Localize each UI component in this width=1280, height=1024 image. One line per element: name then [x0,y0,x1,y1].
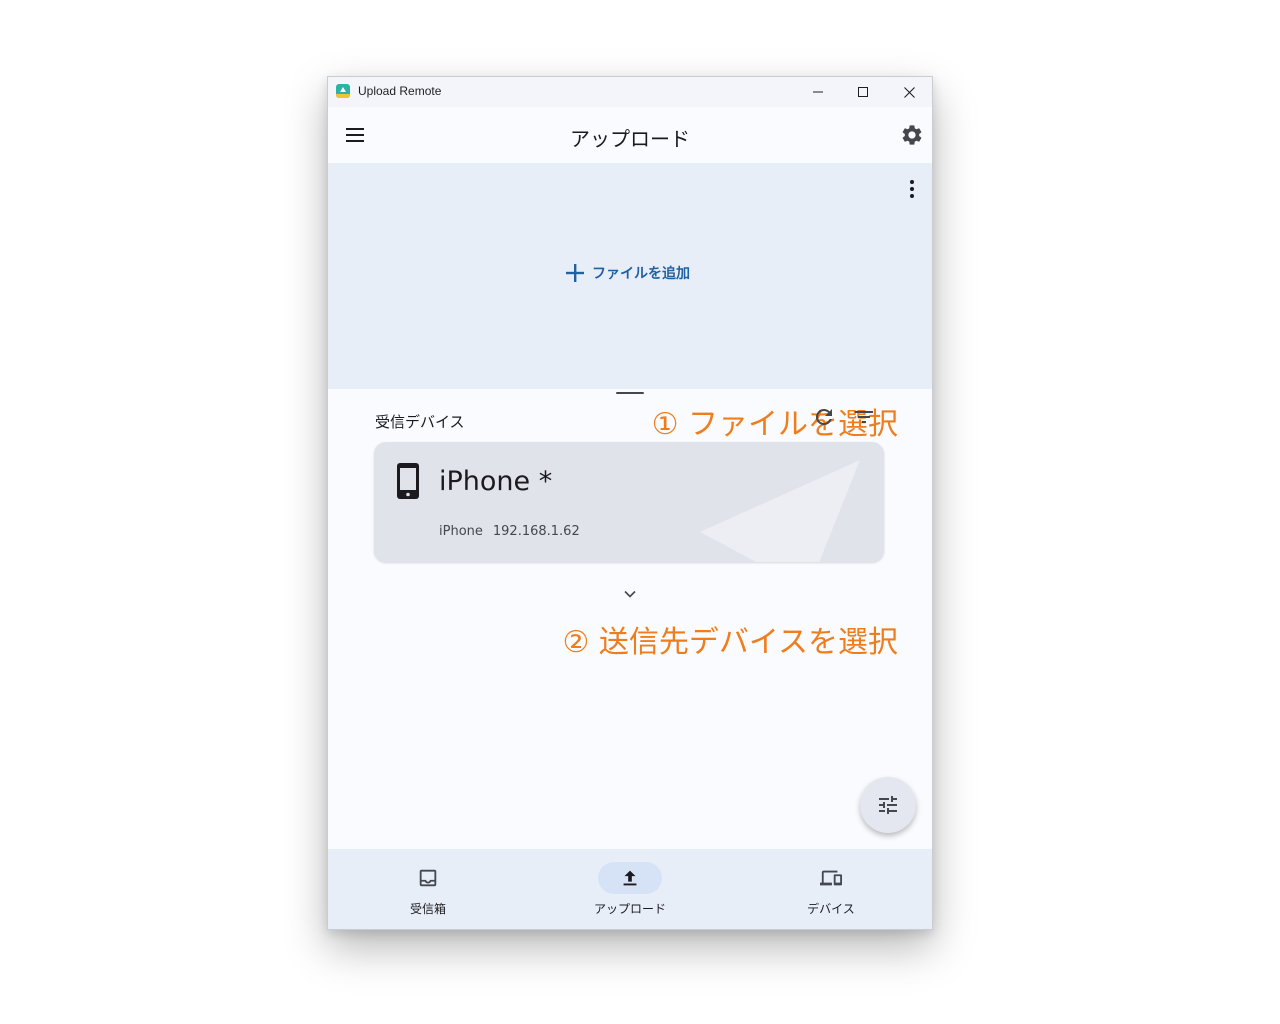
close-button[interactable] [886,77,932,107]
device-ip: 192.168.1.62 [492,524,580,539]
section-title: 受信デバイス [375,413,465,431]
page-title: アップロード [570,127,690,151]
chevron-down-icon[interactable] [620,584,640,604]
upload-icon [623,870,637,886]
nav-item-inbox[interactable]: 受信箱 [368,849,488,929]
send-watermark-icon [700,460,860,562]
smartphone-icon [397,463,419,499]
more-vert-icon[interactable] [900,177,924,201]
file-drop-area[interactable]: ファイルを追加 ① ファイルを選択 [328,163,932,442]
minimize-icon [813,91,823,93]
devices-icon [820,870,842,886]
inbox-icon [419,869,437,887]
options-fab[interactable] [860,777,916,833]
nav-label-inbox: 受信箱 [409,902,446,916]
nav-item-upload[interactable]: アップロード [570,849,690,929]
app-window: Upload Remote アップロード ファイルを追加 ① ファイルを選択 受… [327,76,933,930]
nav-label-upload: アップロード [593,902,666,916]
maximize-button[interactable] [840,77,886,107]
minimize-button[interactable] [795,77,841,107]
app-bar: アップロード [328,107,932,163]
refresh-icon[interactable] [812,405,836,429]
nav-item-devices[interactable]: デバイス [771,849,891,929]
gear-icon[interactable] [900,123,924,147]
bottom-navigation: 受信箱 アップロード デバイス [328,849,932,929]
device-name: iPhone * [439,466,553,497]
tune-icon [879,796,897,814]
window-title: Upload Remote [358,84,442,98]
add-file-label: ファイルを追加 [592,266,690,282]
app-logo-icon [336,84,350,98]
close-icon [903,86,915,98]
filter-icon[interactable] [852,405,876,429]
add-file-button[interactable]: ファイルを追加 [564,261,690,285]
title-bar[interactable]: Upload Remote [328,77,932,107]
maximize-icon [858,87,868,97]
plus-icon [566,264,584,282]
device-info: iPhone 192.168.1.62 [439,524,580,539]
device-card[interactable]: iPhone * iPhone 192.168.1.62 [374,442,884,562]
annotation-step-2: ② 送信先デバイスを選択 [562,625,898,660]
device-model: iPhone [439,524,483,539]
nav-label-devices: デバイス [807,902,855,916]
drag-handle[interactable] [616,392,644,394]
